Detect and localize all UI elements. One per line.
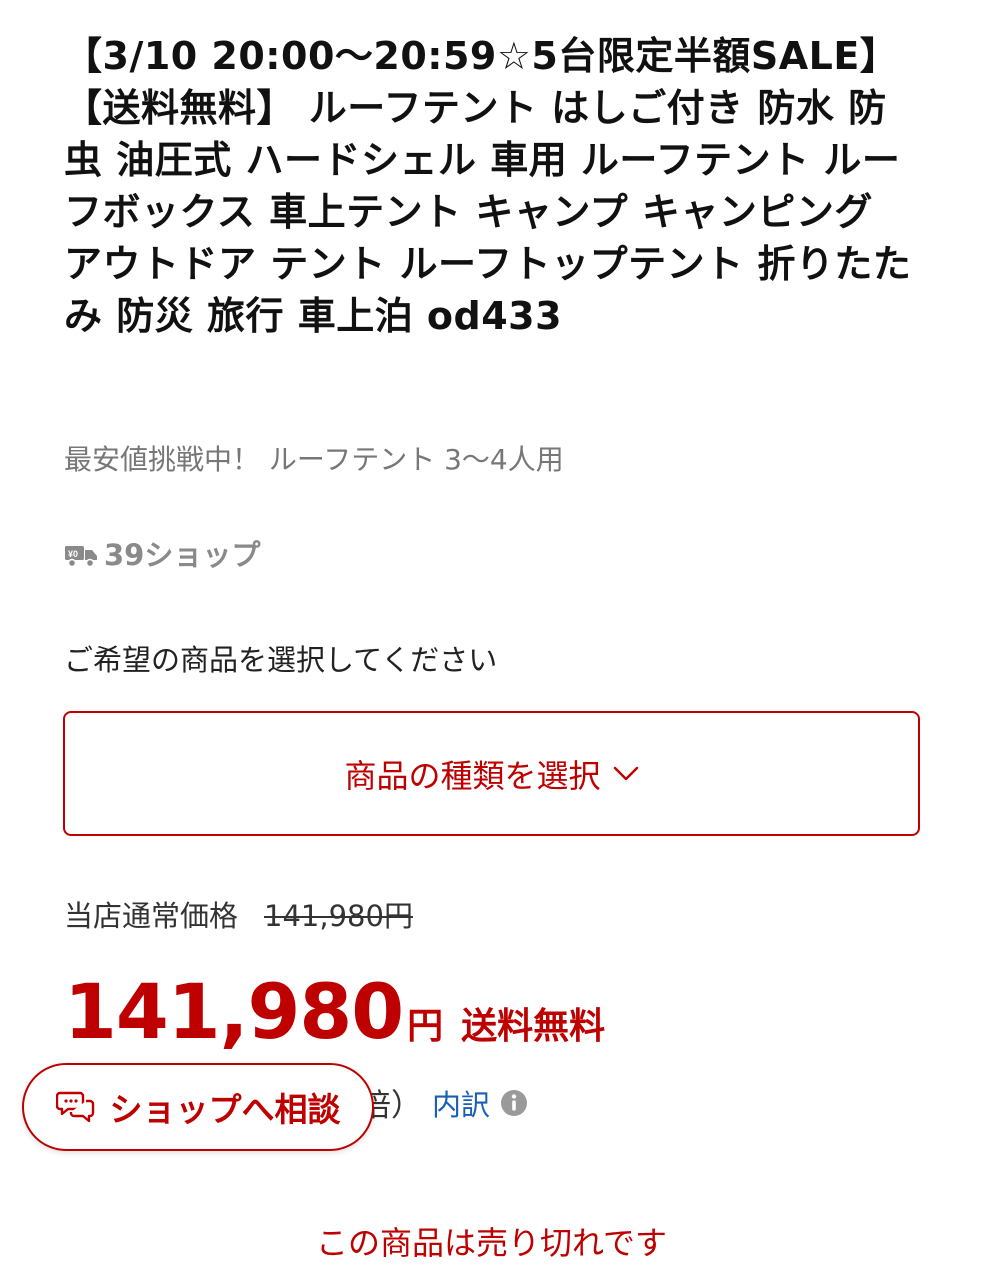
chat-bubbles-icon: [55, 1091, 94, 1123]
free-shipping-badge: 送料無料: [461, 1006, 606, 1047]
shop-name: 39ショップ: [104, 538, 261, 572]
product-title: 【3/10 20:00〜20:59☆5台限定半額SALE】【送料無料】 ルーフテ…: [64, 34, 912, 338]
variant-select-label: ご希望の商品を選択してください: [64, 643, 498, 677]
price-currency: 円: [407, 1006, 444, 1047]
normal-price: 141,980円: [264, 899, 413, 933]
normal-price-label: 当店通常価格: [64, 899, 239, 933]
points-row: 倍） 内訳: [360, 1080, 528, 1125]
catch-copy: 最安値挑戦中！ ルーフテント 3〜4人用: [64, 443, 564, 476]
price-row: 141,980 円 送料無料: [64, 962, 605, 1062]
breakdown-link[interactable]: 内訳: [432, 1082, 490, 1124]
sold-out-message: この商品は売り切れです: [315, 1224, 668, 1262]
product-page: 【3/10 20:00〜20:59☆5台限定半額SALE】【送料無料】 ルーフテ…: [0, 0, 983, 1280]
normal-price-row: 当店通常価格 141,980円: [64, 893, 413, 935]
price-value: 141,980: [64, 967, 404, 1056]
variant-select-text: 商品の種類を選択: [344, 756, 601, 795]
consult-shop-label: ショップへ相談: [109, 1090, 341, 1129]
chevron-down-icon: [613, 766, 638, 780]
variant-select-button[interactable]: 商品の種類を選択: [63, 711, 920, 836]
info-icon[interactable]: [500, 1089, 528, 1117]
svg-text:¥0: ¥0: [68, 549, 78, 559]
shop-info[interactable]: ¥0 39ショップ: [64, 535, 260, 575]
consult-shop-button[interactable]: ショップへ相談: [22, 1063, 374, 1151]
truck-icon: ¥0: [65, 546, 97, 568]
